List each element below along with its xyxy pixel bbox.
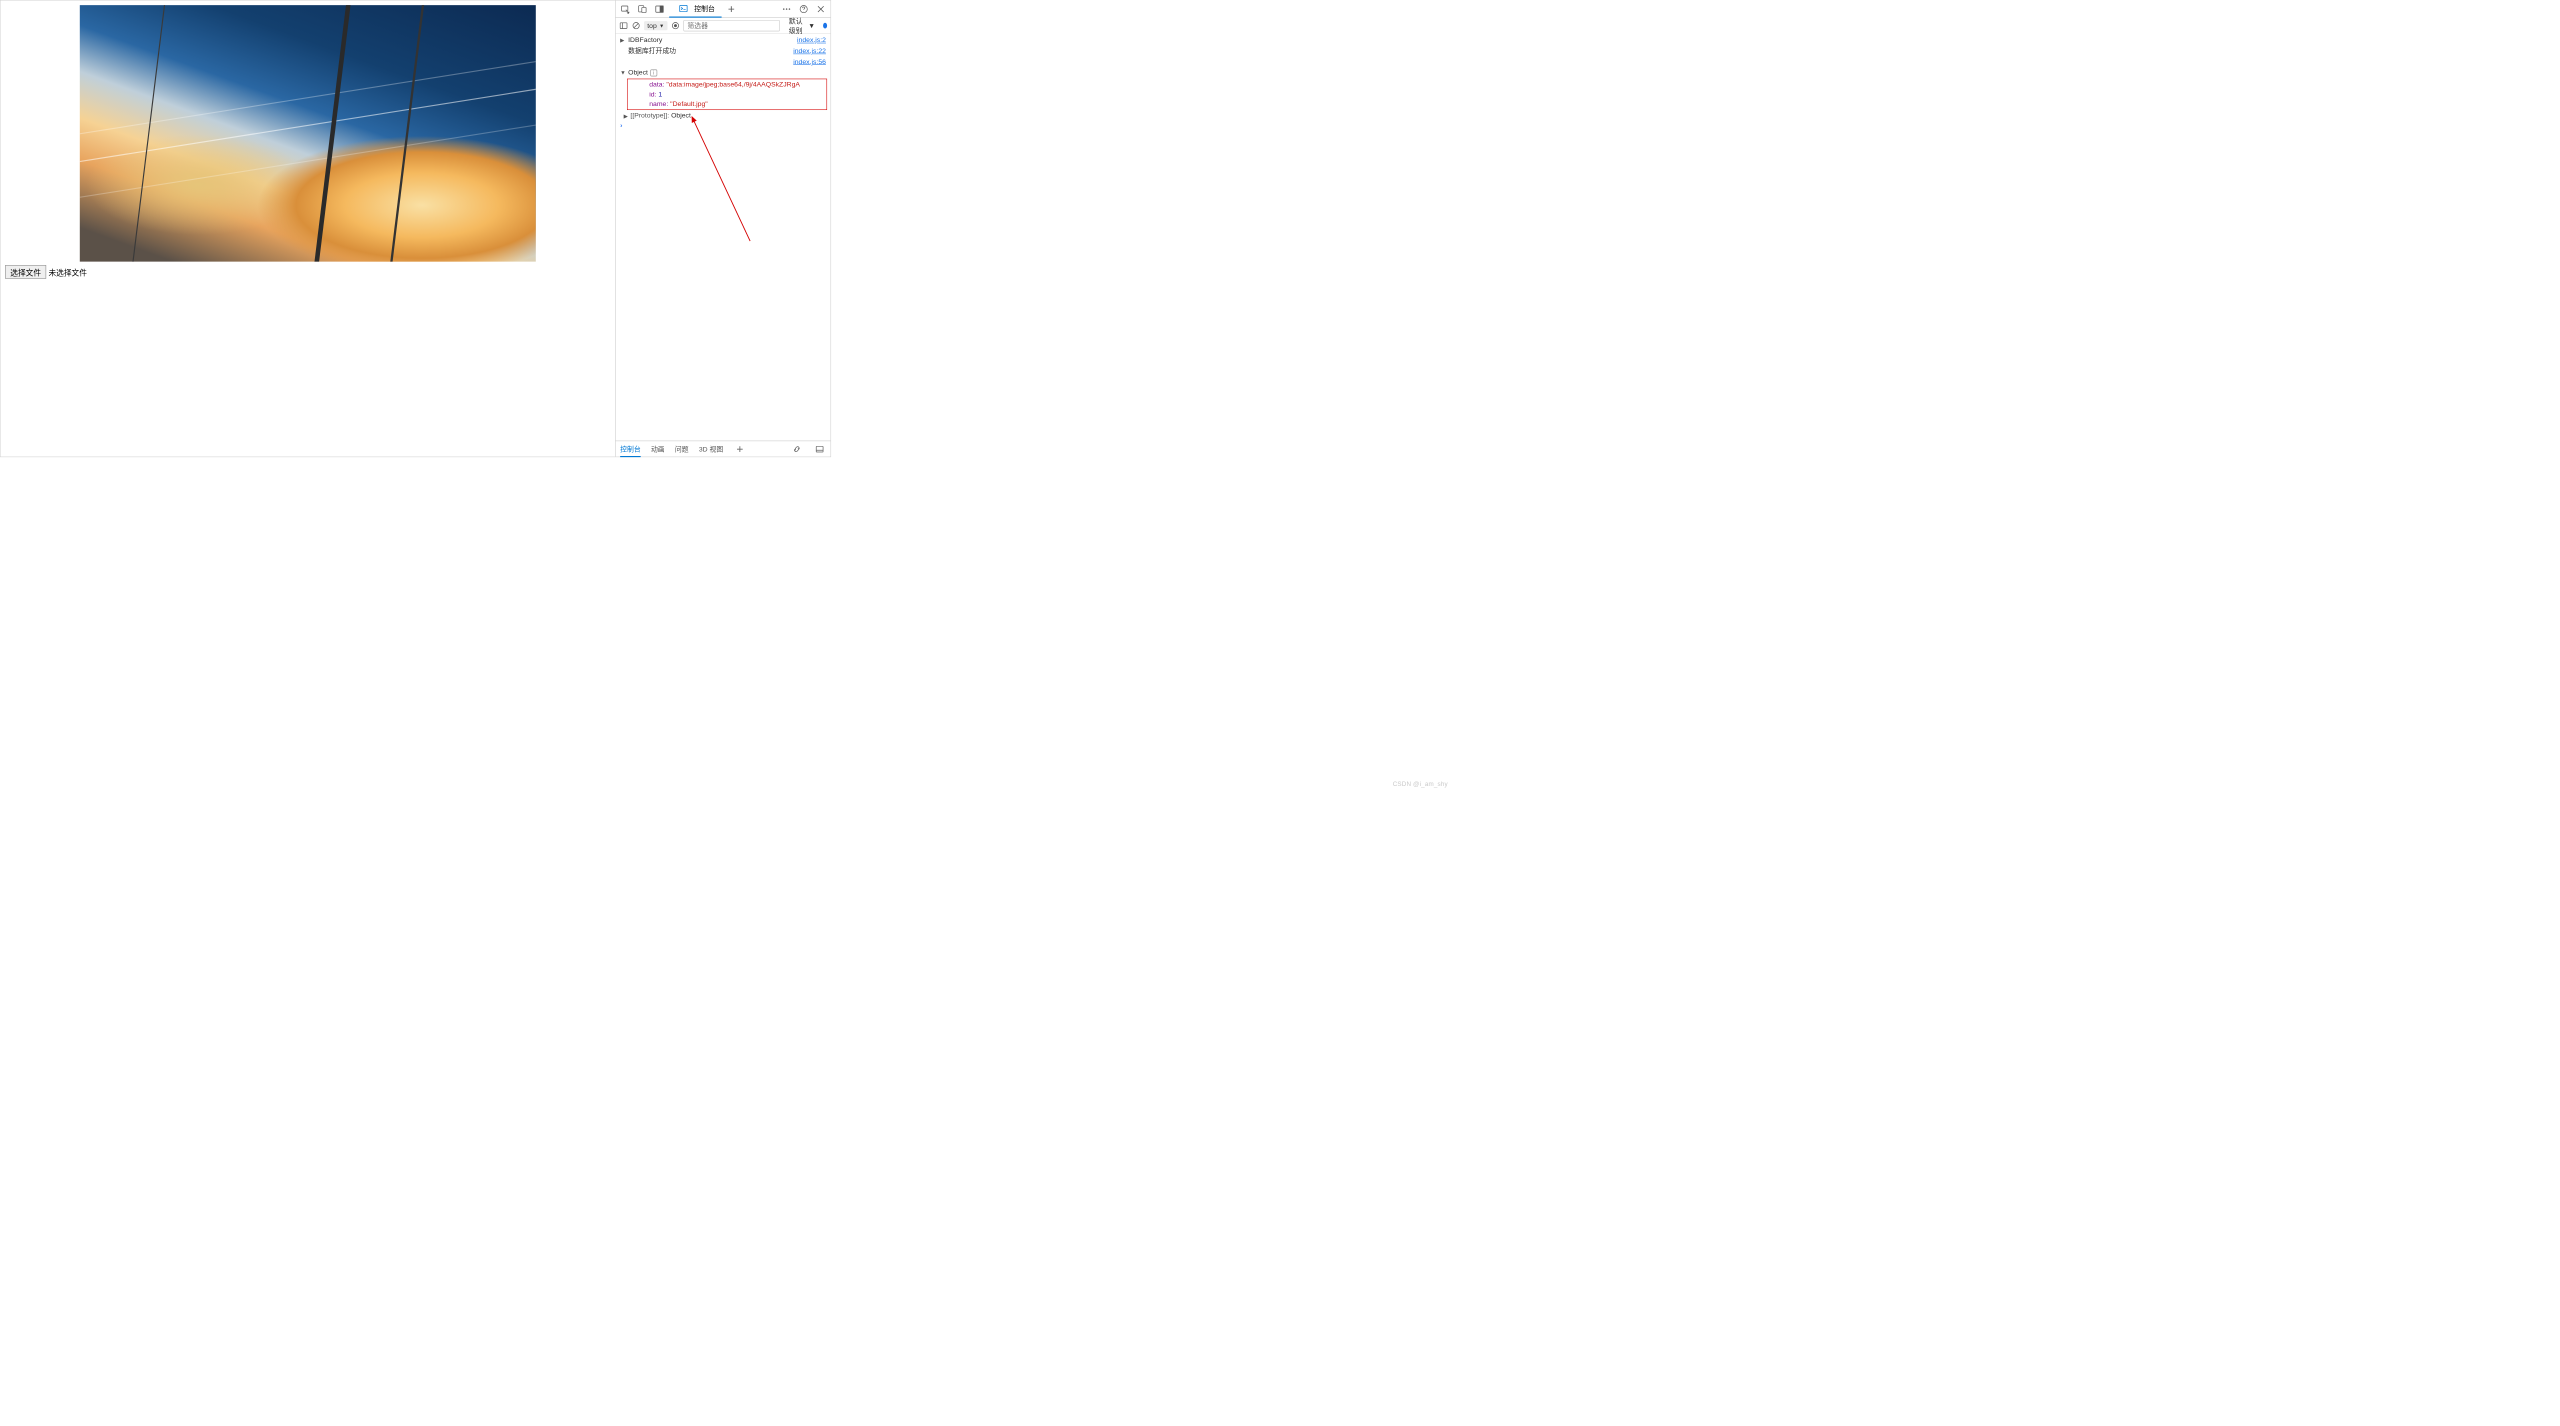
disclosure-triangle-icon[interactable]: ▶ xyxy=(620,36,624,46)
console-output[interactable]: ▶ IDBFactory index.js:2 数据库打开成功 index.js… xyxy=(616,34,831,441)
dock-side-icon[interactable] xyxy=(652,2,667,16)
clear-console-icon[interactable] xyxy=(631,19,640,32)
watermark-text: CSDN @i_am_shy xyxy=(1393,781,1448,788)
source-link[interactable]: index.js:56 xyxy=(793,57,826,67)
annotation-arrow-icon xyxy=(670,110,767,247)
object-label: Objecti xyxy=(628,68,826,78)
preview-image xyxy=(80,5,536,262)
console-prompt[interactable] xyxy=(616,120,831,122)
tab-label: 控制台 xyxy=(694,3,715,13)
file-status-label: 未选择文件 xyxy=(48,266,86,277)
console-toolbar: top ▼ 默认级别 ▼ xyxy=(616,18,831,34)
filter-input[interactable] xyxy=(683,20,779,31)
inspect-element-icon[interactable] xyxy=(618,2,633,16)
new-tab-icon[interactable] xyxy=(724,2,739,16)
log-message xyxy=(628,57,789,67)
toggle-sidebar-icon[interactable] xyxy=(619,19,628,32)
disclosure-triangle-icon[interactable]: ▼ xyxy=(620,68,626,78)
caret-down-icon: ▼ xyxy=(808,21,815,29)
annotation-box: data: "data:image/jpeg;base64,/9j/4AAQSk… xyxy=(627,79,827,110)
devtools-drawer: 控制台 动画 问题 3D 视图 xyxy=(616,441,831,457)
object-property[interactable]: data: "data:image/jpeg;base64,/9j/4AAQSk… xyxy=(628,80,827,90)
drawer-tab-issues[interactable]: 问题 xyxy=(675,444,689,454)
choose-file-button[interactable]: 选择文件 xyxy=(5,265,46,279)
drawer-expand-icon[interactable] xyxy=(813,444,826,453)
console-row[interactable]: 数据库打开成功 index.js:22 xyxy=(616,46,831,57)
source-link[interactable]: index.js:2 xyxy=(797,35,826,45)
level-label: 默认级别 xyxy=(789,16,806,35)
object-property[interactable]: ▶ [[Prototype]]: Object xyxy=(616,111,831,121)
devtools-panel: 控制台 top ▼ xyxy=(615,1,830,457)
log-message: 数据库打开成功 xyxy=(628,46,789,56)
console-tab-icon xyxy=(676,1,691,15)
drawer-tab-3dview[interactable]: 3D 视图 xyxy=(699,444,723,454)
info-icon[interactable]: i xyxy=(650,69,657,76)
add-drawer-tab-icon[interactable] xyxy=(733,445,746,453)
drawer-tab-console[interactable]: 控制台 xyxy=(620,444,641,457)
device-toolbar-icon[interactable] xyxy=(635,2,650,16)
live-expression-icon[interactable] xyxy=(671,19,680,32)
console-row[interactable]: index.js:56 xyxy=(616,56,831,67)
context-label: top xyxy=(647,21,657,29)
log-message: IDBFactory xyxy=(628,35,792,45)
tab-console[interactable]: 控制台 xyxy=(669,0,721,17)
object-property[interactable]: name: "Default.jpg" xyxy=(628,99,827,109)
source-link[interactable]: index.js:22 xyxy=(793,46,826,56)
console-row[interactable]: ▼ Objecti xyxy=(616,67,831,78)
object-property[interactable]: id: 1 xyxy=(628,89,827,99)
drawer-link-icon[interactable] xyxy=(791,444,804,453)
drawer-tab-animations[interactable]: 动画 xyxy=(651,444,665,454)
caret-down-icon: ▼ xyxy=(659,23,664,29)
execution-context-selector[interactable]: top ▼ xyxy=(644,21,668,30)
issues-indicator-icon[interactable] xyxy=(823,23,827,29)
page-viewport: 选择文件 未选择文件 xyxy=(1,1,615,457)
console-row[interactable]: ▶ IDBFactory index.js:2 xyxy=(616,35,831,46)
